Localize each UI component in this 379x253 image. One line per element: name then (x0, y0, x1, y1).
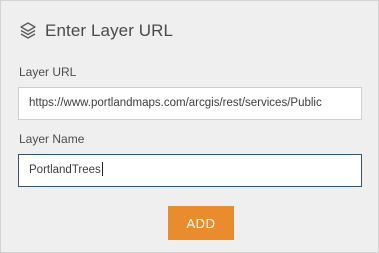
layer-name-label: Layer Name (19, 132, 85, 146)
add-button[interactable]: ADD (168, 206, 234, 240)
layer-url-input[interactable]: https://www.portlandmaps.com/arcgis/rest… (18, 87, 362, 120)
layer-url-label: Layer URL (19, 65, 77, 79)
panel-header: Enter Layer URL (18, 19, 173, 43)
layer-name-input[interactable]: PortlandTrees (18, 154, 362, 187)
layer-name-value: PortlandTrees (29, 164, 101, 176)
layers-icon (18, 21, 38, 41)
add-layer-panel: Enter Layer URL Layer URL https://www.po… (0, 0, 379, 253)
panel-title: Enter Layer URL (45, 21, 174, 40)
layer-url-value: https://www.portlandmaps.com/arcgis/rest… (29, 97, 322, 109)
text-cursor (101, 161, 103, 176)
